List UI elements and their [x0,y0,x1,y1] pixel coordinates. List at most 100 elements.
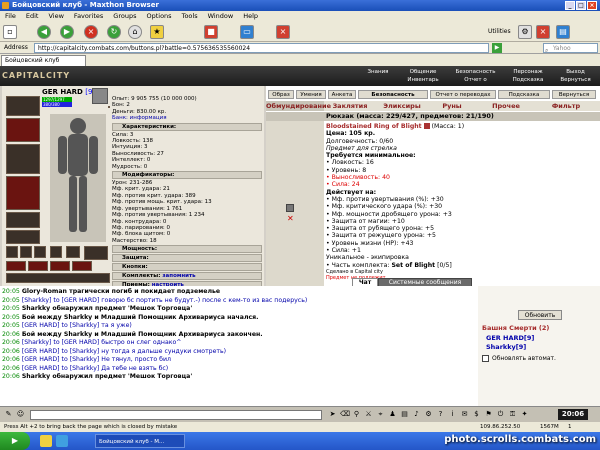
quicklaunch-icon[interactable] [40,435,52,447]
nav-transfer-report[interactable]: Отчет о переводах [448,76,503,91]
ring-slot-3[interactable] [34,246,46,258]
nav-security[interactable]: Безопасность [448,68,503,76]
menu-window[interactable]: Window [203,12,239,20]
tab-skills[interactable]: Умения [296,90,326,99]
home-icon[interactable]: ⌂ [128,25,142,39]
tab-return[interactable]: Вернуться [552,90,596,99]
forward-icon[interactable]: ▶ [60,25,74,39]
mail-icon[interactable]: ✉ [460,410,469,419]
exit-icon[interactable]: ⏻ [496,410,505,419]
info-icon[interactable]: i [448,410,457,419]
favorites-icon[interactable]: ★ [150,25,164,39]
player-entry[interactable]: GER HARD[9] [486,334,534,342]
menu-tools[interactable]: Tools [177,12,203,20]
belt-slot[interactable] [6,212,40,228]
armor-slot[interactable] [6,176,40,210]
nav-knowledge[interactable]: Знания [358,68,398,76]
nav-return[interactable]: Вернуться [553,76,598,84]
send-icon[interactable]: ➤ [328,410,337,419]
new-page-icon[interactable]: ▫ [3,25,17,39]
menu-groups[interactable]: Groups [108,12,141,20]
utilities-label[interactable]: Utilities [488,28,511,35]
shield-slot[interactable] [84,246,108,260]
screen-icon[interactable]: ▭ [240,25,254,39]
nav-chat[interactable]: Общение [398,68,448,76]
glove-slot[interactable] [50,246,62,258]
buttons-section[interactable]: Кнопки: [112,263,262,272]
stat-line[interactable]: Банк: информация [112,115,262,121]
quicklaunch-icon[interactable] [56,435,68,447]
filter-icon[interactable]: ⚲ [352,410,361,419]
taskbar-item[interactable]: Бойцовский клуб - M... [95,434,185,448]
bracer-slot[interactable] [6,230,40,244]
tab-security[interactable]: Безопасность [358,90,428,99]
tab-transfer-report[interactable]: Отчет о переводах [430,90,496,99]
tab-profile[interactable]: Анкета [328,90,356,99]
tool-icon[interactable]: ⚙ [518,25,532,39]
menu-favorites[interactable]: Favorites [69,12,108,20]
stop-icon[interactable]: × [84,25,98,39]
potion-slot-2[interactable] [28,261,48,271]
address-input[interactable]: http://capitalcity.combats.com/buttons.p… [34,43,489,53]
search-input[interactable]: Yahoo [543,43,598,53]
chat-action-icon[interactable]: ✎ [4,410,13,419]
block-icon[interactable]: ■ [204,25,218,39]
pin-icon[interactable]: ✦ [520,410,529,419]
smile-icon[interactable]: ☺ [16,410,25,419]
help-icon[interactable]: ? [436,410,445,419]
subtab-equipment[interactable]: Обмундирование [266,101,331,111]
browser-tab[interactable]: Бойцовский клуб [1,55,86,66]
book-icon[interactable]: ▤ [400,410,409,419]
ring-slot-2[interactable] [20,246,32,258]
back-icon[interactable]: ◀ [37,25,51,39]
modifiers-section[interactable]: Модификаторы: [112,171,262,180]
trade-icon[interactable]: $ [472,410,481,419]
boots-slot[interactable] [66,246,80,258]
sound-icon[interactable]: ♪ [412,410,421,419]
menu-help[interactable]: Help [238,12,263,20]
close-button[interactable]: × [587,1,597,10]
minimize-button[interactable]: _ [565,1,575,10]
map-icon[interactable]: ⌖ [376,410,385,419]
capture-icon[interactable]: ▤ [556,25,570,39]
defense-section[interactable]: Защита: [112,254,262,263]
subtab-runes[interactable]: Руны [428,101,476,111]
popup-block-icon[interactable]: × [276,25,290,39]
menu-options[interactable]: Options [141,12,176,20]
lock-icon[interactable]: ⚿ [508,410,517,419]
nav-inventory[interactable]: Инвентарь [398,76,448,84]
start-button[interactable]: ▶ [0,432,30,450]
ring-item-icon[interactable] [286,204,294,212]
chat-input[interactable] [30,410,322,420]
refresh-icon[interactable]: ↻ [107,25,121,39]
menu-view[interactable]: View [43,12,68,20]
weapon-slot[interactable] [6,144,40,174]
tab-image[interactable]: Образ [268,90,294,99]
item-name[interactable]: Bloodstained Ring of Blight [326,123,422,130]
clan-tool-icon[interactable]: ⚑ [484,410,493,419]
remember-link[interactable]: запомнить [162,273,195,279]
scroll-row[interactable] [6,273,110,283]
set-name[interactable]: Set of Blight [391,262,435,269]
potion-slot-4[interactable] [72,261,92,271]
sets-section[interactable]: Комплекты: запомнить [112,272,262,281]
menu-file[interactable]: File [0,12,21,20]
nav-character[interactable]: Персонаж [503,68,553,76]
player-entry[interactable]: Sharkky[9] [486,343,526,351]
subtab-elixirs[interactable]: Эликсиры [376,101,428,111]
nav-exit[interactable]: Выход [553,68,598,76]
potion-slot-1[interactable] [6,261,26,271]
tab-hint[interactable]: Подсказка [498,90,550,99]
close-tab-icon[interactable]: × [536,25,550,39]
nav-hint[interactable]: Подсказка [503,76,553,84]
earring-slot[interactable] [6,118,40,142]
settings-icon[interactable]: ⚙ [424,410,433,419]
go-icon[interactable]: ▶ [492,43,502,53]
refresh-button[interactable]: Обновить [518,310,562,320]
power-section[interactable]: Мощность: [112,245,262,254]
subtab-filter[interactable]: Фильтр [536,101,596,111]
characteristics-section[interactable]: Характеристики: [112,122,262,131]
helmet-slot[interactable] [6,96,40,116]
menu-edit[interactable]: Edit [21,12,44,20]
fight-icon[interactable]: ⚔ [364,410,373,419]
